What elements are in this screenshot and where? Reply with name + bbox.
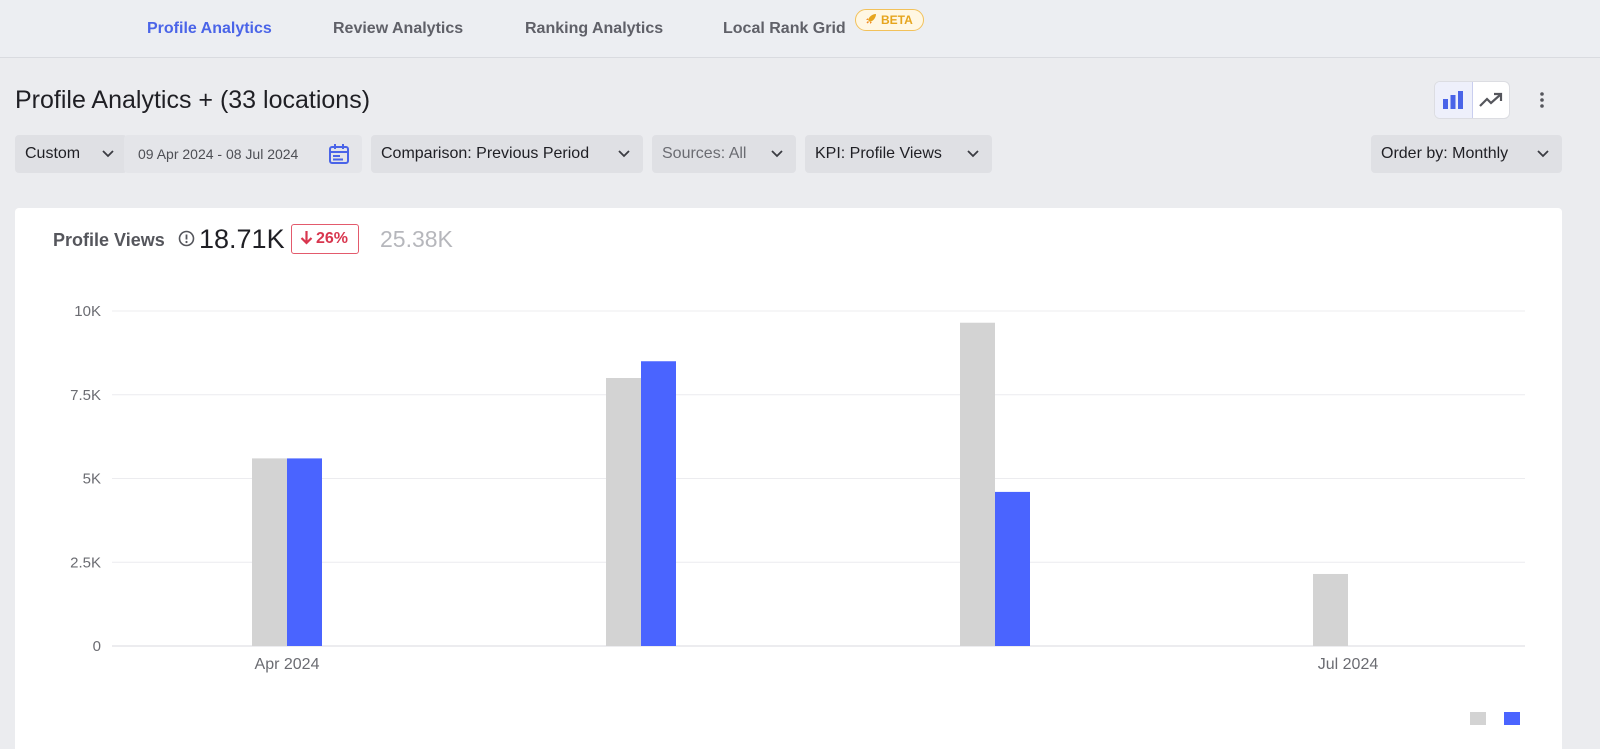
- bar-current-1: [287, 458, 322, 646]
- legend-swatch-previous[interactable]: [1470, 712, 1486, 725]
- bar-previous-1: [252, 458, 287, 646]
- bar-previous-2: [606, 378, 641, 646]
- y-tick-label: 2.5K: [70, 554, 101, 571]
- bar-previous-4: [1313, 573, 1348, 646]
- bar-current-2: [641, 361, 676, 646]
- y-tick-label: 0: [93, 638, 101, 655]
- profile-views-bar-chart: 0 2.5K 5K 7.5K 10K Apr 2024 Jul 2024: [70, 303, 1525, 673]
- bar-current-3: [995, 491, 1030, 646]
- x-tick-label: Jul 2024: [1318, 656, 1379, 673]
- bar-previous-3: [960, 322, 995, 646]
- y-tick-label: 10K: [74, 303, 101, 320]
- x-tick-label: Apr 2024: [255, 656, 320, 673]
- y-tick-label: 7.5K: [70, 387, 101, 404]
- legend-swatch-current[interactable]: [1504, 712, 1520, 725]
- y-tick-label: 5K: [83, 471, 101, 488]
